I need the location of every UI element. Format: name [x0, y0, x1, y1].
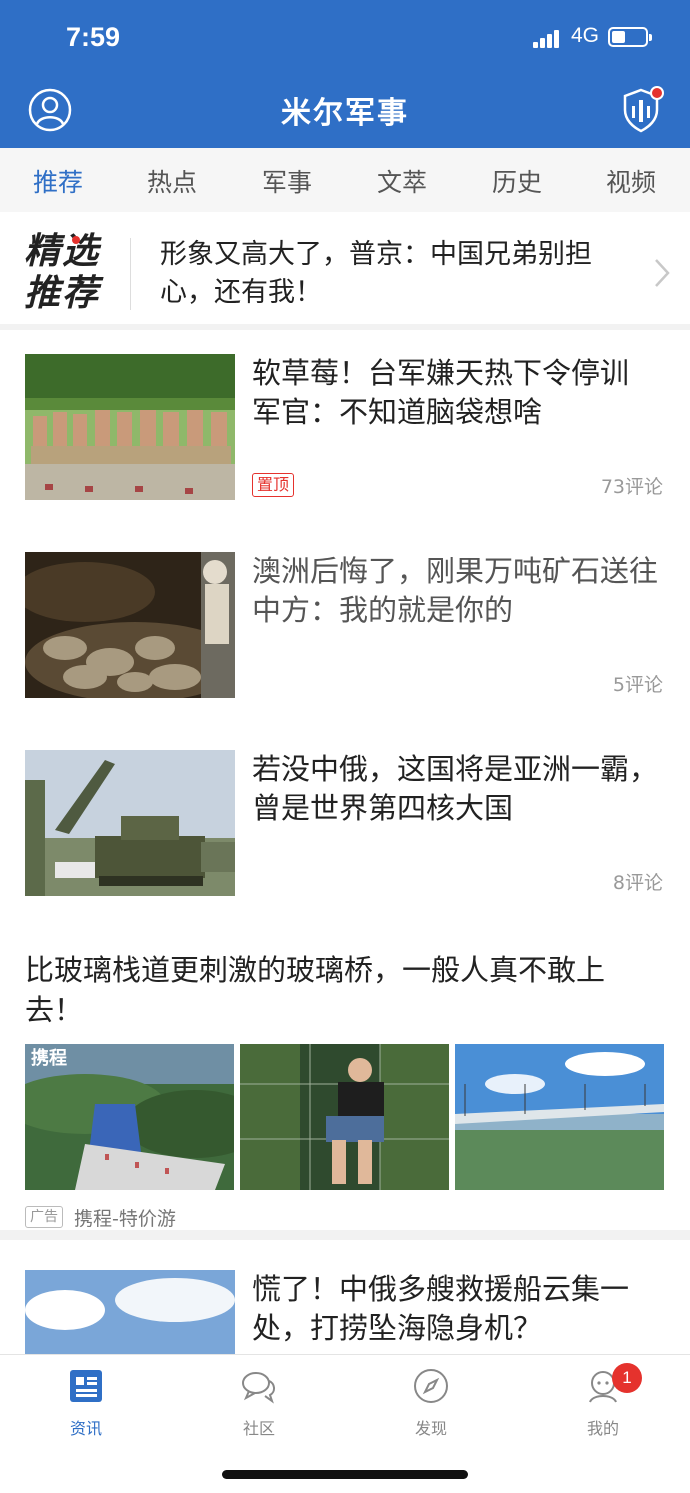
tab-history[interactable]: 历史 — [477, 163, 557, 199]
nav-label: 发现 — [414, 1419, 447, 1438]
category-tabs: 推荐 热点 军事 文萃 历史 视频 — [0, 148, 690, 212]
ad-image — [240, 1044, 449, 1190]
divider — [130, 238, 131, 310]
nav-discover[interactable]: 发现 — [381, 1367, 481, 1439]
tab-video[interactable]: 视频 — [591, 163, 671, 199]
home-indicator[interactable] — [222, 1470, 468, 1479]
ad-block[interactable]: 比玻璃栈道更刺激的玻璃桥，一般人真不敢上去！ 携程 广告 携程-特价游 — [0, 934, 690, 1240]
featured-recommendation[interactable]: 精选 推荐 形象又高大了，普京：中国兄弟别担心，还有我！ — [0, 216, 690, 330]
status-time: 7:59 — [66, 22, 121, 52]
battery-icon — [608, 27, 652, 47]
ad-image-watermark: 携程 — [31, 1047, 67, 1068]
news-title: 软草莓！台军嫌天热下令停训 军官：不知道脑袋想啥 — [252, 356, 630, 429]
news-item[interactable]: 软草莓！台军嫌天热下令停训 军官：不知道脑袋想啥 置顶 73评论 — [0, 334, 690, 532]
nav-label: 我的 — [586, 1419, 619, 1438]
comment-count: 5评论 — [612, 674, 663, 696]
app-title: 米尔军事 — [281, 96, 409, 131]
featured-logo-line1: 精选 — [24, 230, 101, 272]
signal-icon — [533, 28, 565, 48]
news-item[interactable]: 若没中俄，这国将是亚洲一霸，曾是世界第四核大国 8评论 — [0, 730, 690, 928]
network-label: 4G — [571, 24, 600, 47]
tab-military[interactable]: 军事 — [247, 163, 327, 199]
news-icon — [70, 1370, 102, 1402]
pinned-badge: 置顶 — [252, 473, 295, 497]
comment-count: 8评论 — [612, 872, 663, 894]
news-title: 若没中俄，这国将是亚洲一霸，曾是世界第四核大国 — [252, 752, 659, 825]
news-title: 慌了！中俄多艘救援船云集一处，打捞坠海隐身机？ — [252, 1272, 630, 1345]
chevron-right-icon[interactable] — [652, 256, 672, 290]
notification-badge: 1 — [612, 1363, 642, 1393]
comment-count: 73评论 — [600, 476, 663, 498]
nav-community[interactable]: 社区 — [209, 1367, 309, 1439]
ad-label: 广告 — [25, 1206, 63, 1228]
news-title: 澳洲后悔了，刚果万吨矿石送往中方：我的就是你的 — [252, 554, 659, 627]
nav-label: 资讯 — [69, 1419, 102, 1438]
tab-recommend[interactable]: 推荐 — [18, 163, 98, 199]
featured-logo-line2: 推荐 — [24, 272, 101, 314]
featured-headline[interactable]: 形象又高大了，普京：中国兄弟别担心，还有我！ — [160, 236, 640, 312]
featured-logo: 精选 推荐 — [24, 230, 110, 316]
ad-source: 携程-特价游 — [74, 1208, 176, 1230]
ad-title: 比玻璃栈道更刺激的玻璃桥，一般人真不敢上去！ — [25, 953, 606, 1027]
nav-news[interactable]: 资讯 — [36, 1367, 136, 1439]
news-thumbnail — [25, 750, 235, 896]
news-thumbnail — [25, 354, 235, 500]
ad-image: 携程 — [25, 1044, 234, 1190]
news-item[interactable]: 澳洲后悔了，刚果万吨矿石送往中方：我的就是你的 5评论 — [0, 532, 690, 730]
chat-icon — [242, 1372, 275, 1404]
app-screen: 7:59 4G 米尔军事 推荐 热点 军事 文萃 历史 视频 精选 推荐 形象又… — [0, 0, 690, 1493]
ad-image — [455, 1044, 664, 1190]
nav-label: 社区 — [242, 1419, 275, 1438]
app-header: 7:59 4G 米尔军事 — [0, 0, 690, 148]
tab-digest[interactable]: 文萃 — [362, 163, 442, 199]
notification-dot — [650, 86, 664, 100]
compass-icon — [414, 1369, 448, 1403]
featured-logo-dot — [72, 236, 80, 244]
tab-hot[interactable]: 热点 — [132, 163, 212, 199]
news-thumbnail — [25, 552, 235, 698]
